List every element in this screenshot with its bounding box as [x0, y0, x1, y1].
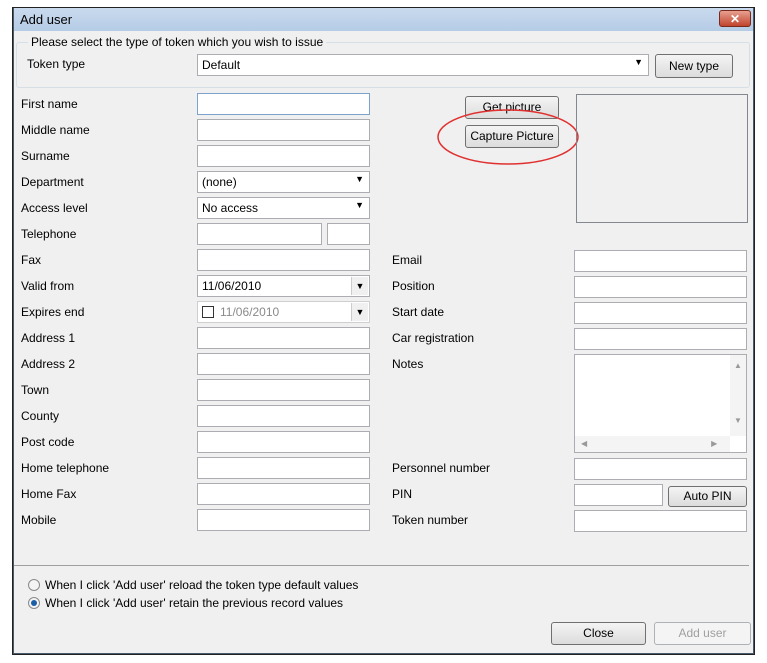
dropdown-arrow-icon: ▼: [355, 200, 364, 210]
token-number-label: Token number: [392, 513, 469, 527]
surname-input[interactable]: [197, 145, 370, 167]
position-label: Position: [392, 279, 435, 293]
valid-from-date-picker[interactable]: 11/06/2010 ▼: [197, 275, 370, 297]
expires-checkbox[interactable]: [202, 306, 214, 318]
new-type-button[interactable]: New type: [655, 54, 733, 78]
title-bar: Add user: [14, 8, 753, 31]
token-group-legend: Please select the type of token which yo…: [28, 35, 327, 49]
add-user-button[interactable]: Add user: [654, 622, 751, 645]
address-1-input[interactable]: [197, 327, 370, 349]
middle-name-input[interactable]: [197, 119, 370, 141]
close-button[interactable]: Close: [551, 622, 646, 645]
first-name-label: First name: [21, 97, 78, 111]
notes-horizontal-scrollbar[interactable]: ◀ ▶: [575, 436, 730, 452]
separator: [14, 565, 749, 566]
access-level-label: Access level: [21, 201, 88, 215]
window-title: Add user: [20, 12, 73, 27]
county-input[interactable]: [197, 405, 370, 427]
telephone-input[interactable]: [197, 223, 322, 245]
email-label: Email: [392, 253, 423, 267]
first-name-input[interactable]: [197, 93, 370, 115]
town-label: Town: [21, 383, 50, 397]
calendar-dropdown-icon[interactable]: ▼: [351, 277, 368, 295]
pin-label: PIN: [392, 487, 413, 501]
department-label: Department: [21, 175, 84, 189]
mobile-input[interactable]: [197, 509, 370, 531]
personnel-number-input[interactable]: [574, 458, 747, 480]
telephone-label: Telephone: [21, 227, 77, 241]
expires-end-value: 11/06/2010: [220, 305, 280, 319]
telephone-extension-input[interactable]: [327, 223, 370, 245]
start-date-input[interactable]: [574, 302, 747, 324]
token-type-label: Token type: [27, 57, 86, 71]
email-input[interactable]: [574, 250, 747, 272]
token-type-select[interactable]: Default ▼: [197, 54, 649, 76]
address-1-label: Address 1: [21, 331, 76, 345]
post-code-input[interactable]: [197, 431, 370, 453]
department-select[interactable]: (none) ▼: [197, 171, 370, 193]
access-level-value: No access: [202, 201, 259, 215]
fax-label: Fax: [21, 253, 42, 267]
calendar-dropdown-icon[interactable]: ▼: [351, 303, 368, 321]
mobile-label: Mobile: [21, 513, 57, 527]
notes-textarea[interactable]: ▲ ▼ ◀ ▶: [574, 354, 747, 453]
department-value: (none): [202, 175, 237, 189]
surname-label: Surname: [21, 149, 70, 163]
car-registration-input[interactable]: [574, 328, 747, 350]
post-code-label: Post code: [21, 435, 75, 449]
token-type-value: Default: [202, 58, 241, 72]
notes-label: Notes: [392, 357, 424, 371]
access-level-select[interactable]: No access ▼: [197, 197, 370, 219]
expires-end-date-picker[interactable]: 11/06/2010 ▼: [197, 301, 370, 323]
start-date-label: Start date: [392, 305, 445, 319]
home-fax-input[interactable]: [197, 483, 370, 505]
home-telephone-input[interactable]: [197, 457, 370, 479]
home-telephone-label: Home telephone: [21, 461, 110, 475]
car-registration-label: Car registration: [392, 331, 475, 345]
town-input[interactable]: [197, 379, 370, 401]
valid-from-label: Valid from: [21, 279, 75, 293]
address-2-input[interactable]: [197, 353, 370, 375]
address-2-label: Address 2: [21, 357, 76, 371]
picture-box: [576, 94, 748, 223]
retain-values-radio[interactable]: [28, 597, 40, 609]
pin-input[interactable]: [574, 484, 663, 506]
valid-from-value: 11/06/2010: [202, 279, 262, 293]
highlight-ellipse: [437, 109, 579, 165]
token-number-input[interactable]: [574, 510, 747, 532]
retain-values-label: When I click 'Add user' retain the previ…: [45, 596, 344, 610]
fax-input[interactable]: [197, 249, 370, 271]
auto-pin-button[interactable]: Auto PIN: [668, 486, 747, 507]
notes-vertical-scrollbar[interactable]: ▲ ▼: [730, 355, 746, 436]
close-icon[interactable]: ✕: [719, 10, 751, 27]
dropdown-arrow-icon: ▼: [355, 174, 364, 184]
reload-defaults-radio[interactable]: [28, 579, 40, 591]
reload-defaults-label: When I click 'Add user' reload the token…: [45, 578, 359, 592]
position-input[interactable]: [574, 276, 747, 298]
middle-name-label: Middle name: [21, 123, 90, 137]
county-label: County: [21, 409, 60, 423]
personnel-number-label: Personnel number: [392, 461, 491, 475]
home-fax-label: Home Fax: [21, 487, 77, 501]
dropdown-arrow-icon: ▼: [634, 57, 643, 67]
expires-end-label: Expires end: [21, 305, 85, 319]
